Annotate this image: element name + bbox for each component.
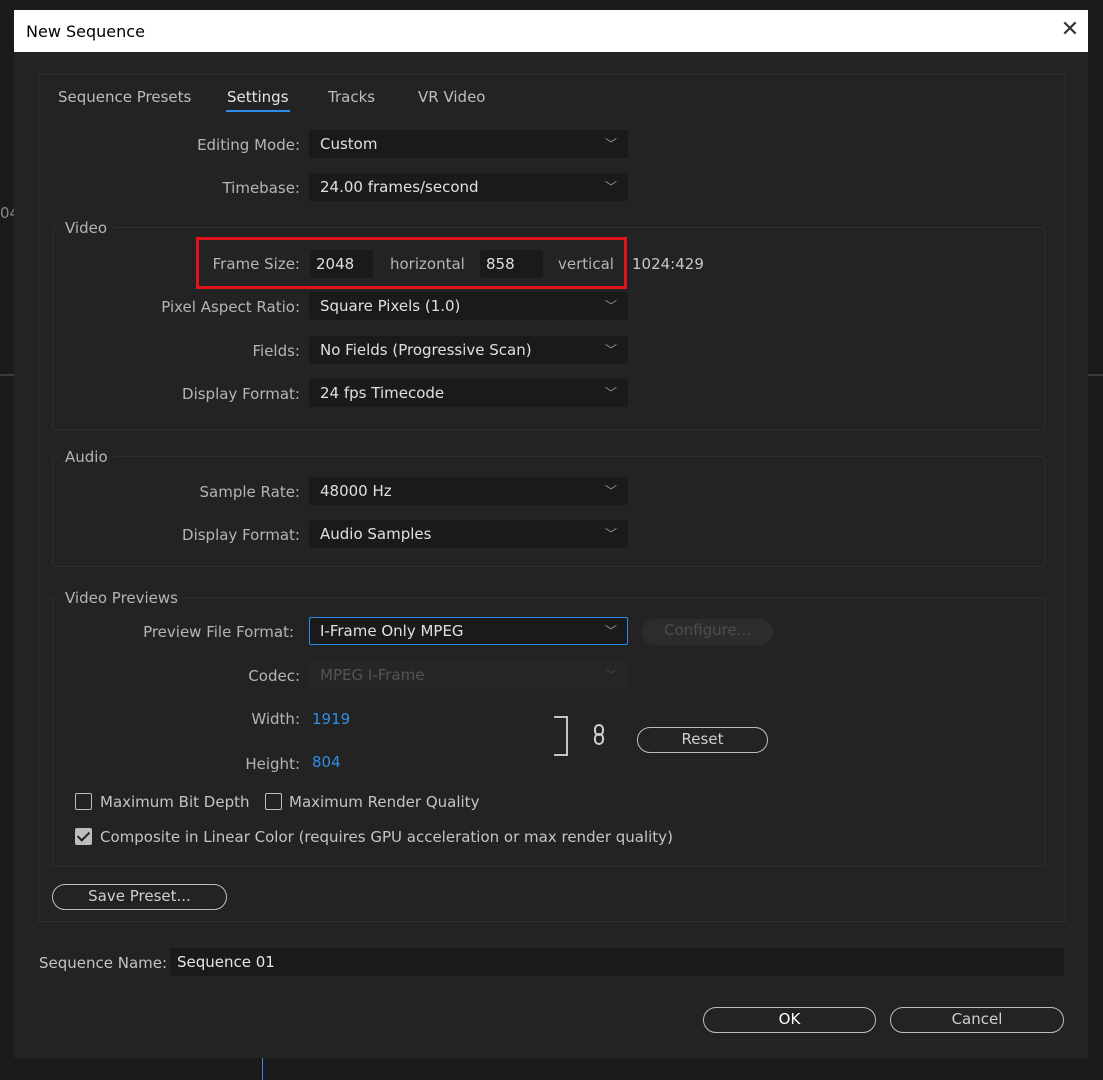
timebase-label: Timebase: xyxy=(222,179,300,197)
chevron-down-icon: ﹀ xyxy=(604,484,617,498)
sequence-name-label: Sequence Name: xyxy=(39,954,168,972)
height-label: Height: xyxy=(245,755,300,773)
vertical-label: vertical xyxy=(558,255,614,273)
audio-display-format-select[interactable]: Audio Samples ﹀ xyxy=(309,520,628,548)
video-previews-group-title: Video Previews xyxy=(59,589,184,607)
codec-label: Codec: xyxy=(248,667,300,685)
title-bar: New Sequence ✕ xyxy=(14,10,1088,52)
audio-group xyxy=(52,456,1045,567)
chevron-down-icon: ﹀ xyxy=(604,299,617,313)
width-label: Width: xyxy=(251,710,300,728)
fields-select[interactable]: No Fields (Progressive Scan) ﹀ xyxy=(309,336,628,364)
chevron-down-icon: ﹀ xyxy=(604,668,617,682)
aspect-ratio-readout: 1024:429 xyxy=(632,255,704,273)
editing-mode-select[interactable]: Custom ﹀ xyxy=(309,130,628,158)
background-divider xyxy=(1088,374,1103,376)
editing-mode-value: Custom xyxy=(320,135,378,153)
timebase-value: 24.00 frames/second xyxy=(320,178,479,196)
frame-width-input[interactable]: 2048 xyxy=(310,250,373,278)
editing-mode-label: Editing Mode: xyxy=(197,136,300,154)
reset-button[interactable]: Reset xyxy=(637,727,768,753)
video-display-format-label: Display Format: xyxy=(182,385,300,403)
codec-value: MPEG I-Frame xyxy=(320,666,425,684)
audio-group-title: Audio xyxy=(59,448,114,466)
linear-color-label[interactable]: Composite in Linear Color (requires GPU … xyxy=(100,828,673,846)
codec-select: MPEG I-Frame ﹀ xyxy=(309,661,628,689)
tab-tracks[interactable]: Tracks xyxy=(328,88,375,106)
max-render-quality-label[interactable]: Maximum Render Quality xyxy=(289,793,479,811)
max-render-quality-checkbox[interactable] xyxy=(265,793,282,810)
video-display-format-select[interactable]: 24 fps Timecode ﹀ xyxy=(309,379,628,407)
tab-vr-video[interactable]: VR Video xyxy=(418,88,485,106)
pixel-aspect-value: Square Pixels (1.0) xyxy=(320,297,461,315)
sample-rate-select[interactable]: 48000 Hz ﹀ xyxy=(309,477,628,505)
audio-display-format-value: Audio Samples xyxy=(320,525,432,543)
close-icon[interactable]: ✕ xyxy=(1056,16,1084,44)
ok-button[interactable]: OK xyxy=(703,1007,876,1033)
pixel-aspect-select[interactable]: Square Pixels (1.0) ﹀ xyxy=(309,292,628,320)
frame-size-label: Frame Size: xyxy=(212,255,300,273)
sample-rate-label: Sample Rate: xyxy=(199,483,300,501)
preview-format-select[interactable]: I-Frame Only MPEG ﹀ xyxy=(309,617,628,645)
background-playhead xyxy=(262,1058,263,1080)
horizontal-label: horizontal xyxy=(390,255,465,273)
link-bracket xyxy=(554,716,568,756)
tab-sequence-presets[interactable]: Sequence Presets xyxy=(58,88,191,106)
audio-display-format-label: Display Format: xyxy=(182,526,300,544)
timebase-select[interactable]: 24.00 frames/second ﹀ xyxy=(309,173,628,201)
cancel-button[interactable]: Cancel xyxy=(890,1007,1064,1033)
background-divider xyxy=(0,374,14,376)
video-group-title: Video xyxy=(59,219,114,237)
video-display-format-value: 24 fps Timecode xyxy=(320,384,445,402)
pixel-aspect-label: Pixel Aspect Ratio: xyxy=(161,298,300,316)
new-sequence-dialog: Sequence Presets Settings Tracks VR Vide… xyxy=(14,52,1088,1058)
fields-label: Fields: xyxy=(252,342,301,360)
width-value[interactable]: 1919 xyxy=(312,710,350,728)
height-value[interactable]: 804 xyxy=(312,753,341,771)
window-title: New Sequence xyxy=(26,22,145,41)
max-bit-depth-checkbox[interactable] xyxy=(75,793,92,810)
sample-rate-value: 48000 Hz xyxy=(320,482,392,500)
fields-value: No Fields (Progressive Scan) xyxy=(320,341,532,359)
chevron-down-icon: ﹀ xyxy=(604,386,617,400)
preview-format-label: Preview File Format: xyxy=(143,623,294,641)
tab-settings[interactable]: Settings xyxy=(226,88,290,112)
chevron-down-icon: ﹀ xyxy=(604,137,617,151)
configure-button: Configure... xyxy=(642,619,773,645)
frame-height-input[interactable]: 858 xyxy=(480,250,543,278)
chevron-down-icon: ﹀ xyxy=(604,180,617,194)
linear-color-checkbox[interactable] xyxy=(75,828,92,845)
max-bit-depth-label[interactable]: Maximum Bit Depth xyxy=(100,793,249,811)
chevron-down-icon: ﹀ xyxy=(604,527,617,541)
chevron-down-icon: ﹀ xyxy=(604,624,617,638)
sequence-name-input[interactable]: Sequence 01 xyxy=(170,948,1064,976)
link-icon[interactable] xyxy=(592,724,606,750)
save-preset-button[interactable]: Save Preset... xyxy=(52,884,227,910)
preview-format-value: I-Frame Only MPEG xyxy=(320,622,464,640)
chevron-down-icon: ﹀ xyxy=(604,343,617,357)
